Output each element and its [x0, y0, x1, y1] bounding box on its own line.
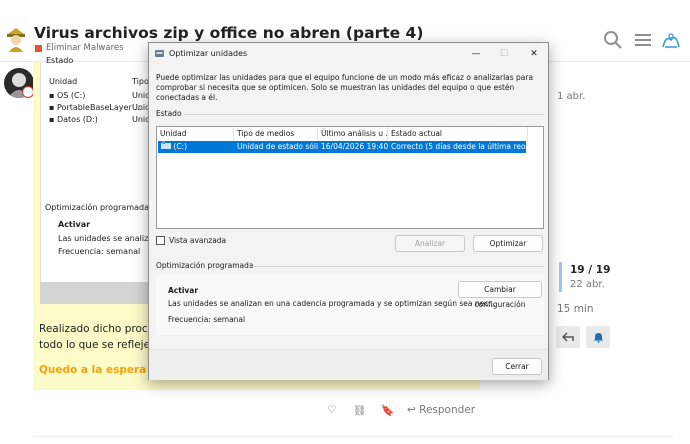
- close-window-button[interactable]: ✕: [521, 46, 547, 62]
- reply-button[interactable]: ↩ Responder: [407, 404, 475, 416]
- schedule-panel: Activar Las unidades se analizan en una …: [156, 275, 544, 335]
- optimize-app-icon: [154, 48, 165, 59]
- drive-row-c[interactable]: (C:) Unidad de estado sóli... 16/04/2026…: [158, 141, 526, 153]
- embedded-col-tipo: Tipo: [132, 77, 149, 86]
- timeline-scroll-handle[interactable]: [559, 262, 562, 292]
- bell-icon: [593, 332, 603, 343]
- maximize-button[interactable]: ☐: [491, 46, 517, 62]
- vista-avanzada-checkbox[interactable]: [156, 236, 165, 245]
- category-label: Eliminar Malwares: [46, 43, 124, 53]
- user-avatar-icon[interactable]: [660, 30, 680, 50]
- category-badge[interactable]: Eliminar Malwares: [35, 43, 124, 53]
- frecuencia-label: Frecuencia: semanal: [168, 315, 246, 324]
- drive-c-tipo: Unidad de estado sóli...: [237, 142, 318, 151]
- reply-arrow-icon: [562, 332, 574, 342]
- embedded-drive-d: ▪ Datos (D:): [49, 115, 98, 124]
- drives-list[interactable]: Unidad Tipo de medios Último análisis u …: [156, 126, 544, 229]
- bookmark-icon[interactable]: 🔖: [381, 404, 394, 417]
- topic-title[interactable]: Virus archivos zip y office no abren (pa…: [34, 24, 423, 42]
- dialog-titlebar[interactable]: Optimizar unidades — ☐ ✕: [149, 43, 548, 65]
- estado-label: Estado: [156, 109, 182, 118]
- post-text-line2: todo lo que se refleje.: [39, 339, 154, 351]
- copy-link-icon[interactable]: ⛓: [353, 404, 366, 417]
- column-estado-actual[interactable]: Estado actual: [388, 127, 528, 140]
- dialog-description: Puede optimizar las unidades para que el…: [156, 73, 534, 102]
- forum-logo[interactable]: [4, 26, 28, 52]
- sched-label: Optimización programada: [156, 261, 254, 270]
- timeline-last-activity[interactable]: 15 min: [557, 303, 594, 315]
- sched-separator: [249, 266, 544, 267]
- embedded-sched-label: Optimización programada: [45, 203, 150, 212]
- dialog-title: Optimizar unidades: [169, 49, 248, 58]
- drive-icon: [161, 141, 171, 149]
- category-color-square: [35, 44, 42, 52]
- embedded-drive-c: ▪ OS (C:): [49, 91, 86, 100]
- timeline-reply-button[interactable]: [556, 326, 580, 348]
- reply-label: Responder: [419, 404, 476, 416]
- timeline-current-date: 22 abr.: [570, 279, 605, 290]
- embedded-col-unidad: Unidad: [49, 77, 78, 86]
- embedded-estado-label: Estado: [46, 56, 74, 65]
- optimizar-button[interactable]: Optimizar: [473, 235, 543, 252]
- column-tipo-medios[interactable]: Tipo de medios: [234, 127, 318, 140]
- column-ultimo-analisis[interactable]: Último análisis u ...: [318, 127, 388, 140]
- cambiar-configuracion-button[interactable]: Cambiar configuración: [458, 281, 542, 309]
- timeline-start-date[interactable]: 1 abr.: [557, 91, 585, 102]
- minimize-button[interactable]: —: [463, 46, 489, 62]
- drive-c-ultimo: 16/04/2026 19:40: [321, 142, 388, 151]
- cerrar-button[interactable]: Cerrar: [492, 358, 542, 375]
- embedded-activar: Activar: [58, 220, 91, 229]
- like-heart-icon[interactable]: ♡: [327, 404, 336, 416]
- hamburger-menu-icon[interactable]: [633, 30, 653, 50]
- analizar-button[interactable]: Analizar: [395, 235, 465, 252]
- column-unidad[interactable]: Unidad: [157, 127, 234, 140]
- embedded-drive-portable: ▪ PortableBaseLayer ...: [49, 103, 142, 112]
- timeline-notifications-button[interactable]: [586, 326, 610, 348]
- sched-description: Las unidades se analizan en una cadencia…: [168, 299, 496, 308]
- estado-separator: [184, 114, 544, 115]
- drive-c-estado: Correcto (5 días desde la última reopti.…: [391, 142, 526, 151]
- search-icon[interactable]: [603, 30, 623, 50]
- drives-list-header: Unidad Tipo de medios Último análisis u …: [157, 127, 543, 140]
- divider: [33, 436, 673, 437]
- dialog-footer: Cerrar: [149, 349, 548, 380]
- drive-c-unidad: (C:): [158, 141, 234, 153]
- activar-label: Activar: [168, 286, 199, 295]
- timeline-post-count: 19 / 19: [570, 264, 611, 276]
- embedded-frecuencia: Frecuencia: semanal: [58, 247, 141, 256]
- vista-avanzada-label[interactable]: Vista avanzada: [169, 236, 226, 245]
- optimize-drives-dialog: Optimizar unidades — ☐ ✕ Puede optimizar…: [148, 42, 549, 380]
